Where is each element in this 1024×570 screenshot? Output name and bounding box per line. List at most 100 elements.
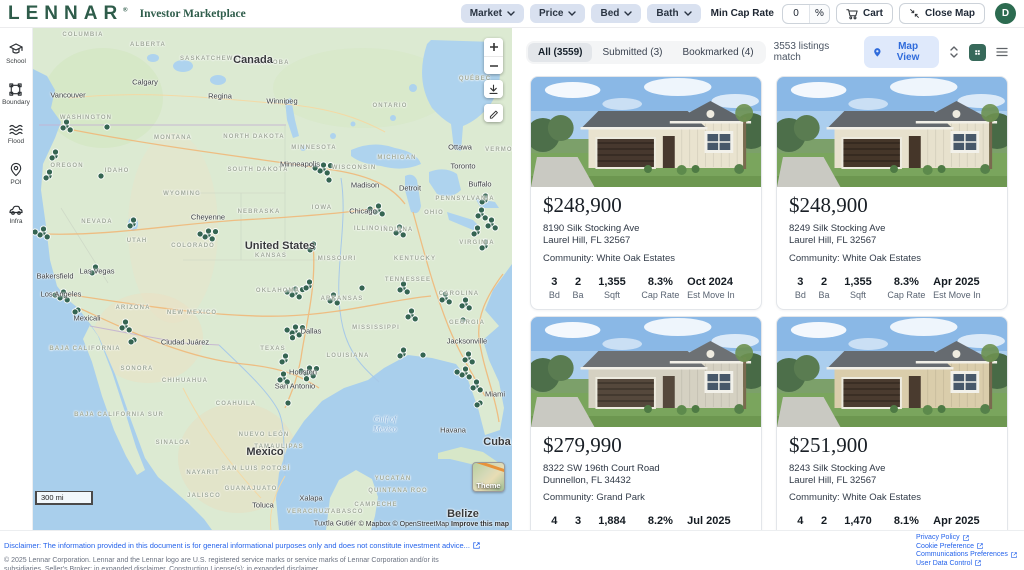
listing-map-dot[interactable] [295, 331, 303, 339]
sidebar-item-flood[interactable]: Flood [8, 123, 24, 145]
listing-map-dot[interactable] [395, 223, 404, 231]
draw-polygon-button[interactable] [484, 104, 503, 122]
user-data-control-link[interactable]: User Data Control [916, 560, 1017, 567]
listing-map-dot[interactable] [469, 384, 477, 392]
listing-map-dot[interactable] [461, 365, 470, 373]
listing-map-dot[interactable] [481, 192, 490, 200]
listing-map-dot[interactable] [97, 172, 105, 180]
listing-map-dot[interactable] [48, 154, 56, 162]
listing-map-dot[interactable] [323, 169, 331, 177]
tab-bookmarked[interactable]: Bookmarked (4) [673, 43, 764, 62]
listing-map-dot[interactable] [484, 222, 492, 230]
listing-map-dot[interactable] [325, 176, 333, 184]
zoom-in-button[interactable] [484, 38, 503, 56]
listing-map-dot[interactable] [302, 284, 310, 292]
zoom-out-button[interactable] [484, 56, 503, 74]
listing-map-dot[interactable] [204, 227, 213, 235]
listing-map-dot[interactable] [284, 399, 292, 407]
listing-map-dot[interactable] [302, 375, 311, 383]
listing-map-dot[interactable] [208, 235, 216, 243]
listing-map-dot[interactable] [297, 367, 305, 375]
cart-button[interactable]: Cart [835, 3, 893, 24]
listing-map-dot[interactable] [33, 228, 39, 236]
listing-map-dot[interactable] [396, 352, 404, 360]
listing-map-dot[interactable] [45, 168, 54, 176]
listing-map-dot[interactable] [59, 288, 68, 296]
bath-filter-dropdown[interactable]: Bath [647, 4, 701, 23]
close-map-button[interactable]: Close Map [898, 3, 985, 24]
list-view-button[interactable] [994, 45, 1010, 59]
listing-map-dot[interactable] [396, 286, 404, 294]
listing-map-dot[interactable] [374, 202, 383, 210]
listing-map-dot[interactable] [283, 378, 291, 386]
listing-map-dot[interactable] [464, 350, 473, 358]
listing-map-dot[interactable] [288, 334, 297, 342]
listing-map-dot[interactable] [291, 285, 300, 293]
listing-map-dot[interactable] [399, 231, 407, 239]
listing-map-dot[interactable] [211, 228, 220, 236]
listing-map-dot[interactable] [43, 233, 51, 241]
listing-map-dot[interactable] [103, 123, 111, 131]
listing-map-dot[interactable] [62, 118, 71, 126]
map-theme-button[interactable]: Theme [472, 462, 505, 492]
listing-map-dot[interactable] [326, 162, 335, 170]
listing-map-dot[interactable] [476, 386, 484, 394]
listing-map-dot[interactable] [468, 358, 476, 366]
listing-map-dot[interactable] [291, 323, 300, 331]
listing-map-dot[interactable] [326, 297, 334, 305]
listing-map-dot[interactable] [319, 161, 328, 169]
listing-map-dot[interactable] [42, 174, 50, 182]
listing-map-dot[interactable] [118, 324, 126, 332]
listing-map-dot[interactable] [306, 246, 314, 254]
price-filter-dropdown[interactable]: Price [530, 4, 586, 23]
listing-map-dot[interactable] [295, 293, 303, 301]
listing-map-dot[interactable] [298, 324, 307, 332]
sort-button[interactable] [947, 43, 961, 61]
listing-map-dot[interactable] [474, 212, 482, 220]
listing-map-dot[interactable] [59, 124, 67, 132]
listing-map-dot[interactable] [283, 288, 291, 296]
listing-map-dot[interactable] [279, 370, 288, 378]
listing-map-dot[interactable] [309, 372, 317, 380]
listing-map-dot[interactable] [333, 299, 341, 307]
listing-map-dot[interactable] [329, 291, 338, 299]
listing-map-dot[interactable] [438, 296, 446, 304]
user-avatar[interactable]: D [995, 3, 1016, 24]
listing-map-dot[interactable] [403, 288, 411, 296]
listing-map-dot[interactable] [461, 296, 470, 304]
listing-map-dot[interactable] [51, 148, 60, 156]
listing-map-dot[interactable] [404, 313, 412, 321]
min-cap-rate-value[interactable]: 0 [783, 5, 809, 23]
listing-map-dot[interactable] [309, 240, 318, 248]
listing-card[interactable]: $248,900 8190 Silk Stocking Ave Laurel Hi… [530, 76, 762, 310]
listing-map-dot[interactable] [91, 263, 100, 271]
min-cap-rate-input[interactable]: 0 % [781, 3, 830, 24]
listing-map-dot[interactable] [51, 291, 59, 299]
listing-card[interactable]: $251,900 8243 Silk Stocking Ave Laurel Hi… [776, 315, 1008, 550]
listing-map-dot[interactable] [281, 352, 290, 360]
listing-map-dot[interactable] [312, 365, 321, 373]
listing-map-dot[interactable] [378, 210, 386, 218]
listing-map-dot[interactable] [399, 346, 408, 354]
map-view-toggle[interactable]: Map View [864, 36, 939, 68]
listing-map-dot[interactable] [465, 304, 473, 312]
listing-map-dot[interactable] [478, 198, 486, 206]
lennar-logo[interactable]: LENNAR® [8, 4, 128, 23]
communications-preferences-link[interactable]: Communications Preferences [916, 551, 1017, 558]
market-filter-dropdown[interactable]: Market [460, 4, 525, 23]
tab-submitted[interactable]: Submitted (3) [592, 43, 672, 62]
listing-map-dot[interactable] [473, 224, 482, 232]
improve-map-link[interactable]: Improve this map [451, 521, 509, 528]
listing-map-dot[interactable] [278, 358, 286, 366]
listing-map-dot[interactable] [477, 206, 486, 214]
listing-map-dot[interactable] [196, 230, 204, 238]
listing-map-dot[interactable] [366, 205, 374, 213]
listing-map-dot[interactable] [71, 308, 79, 316]
listing-map-dot[interactable] [358, 284, 366, 292]
listing-map-dot[interactable] [470, 230, 478, 238]
listing-map-dot[interactable] [121, 318, 130, 326]
sidebar-item-poi[interactable]: POI [9, 162, 23, 186]
listing-map-dot[interactable] [88, 269, 96, 277]
privacy-policy-link[interactable]: Privacy Policy [916, 534, 1017, 541]
listing-map-dot[interactable] [465, 373, 473, 381]
